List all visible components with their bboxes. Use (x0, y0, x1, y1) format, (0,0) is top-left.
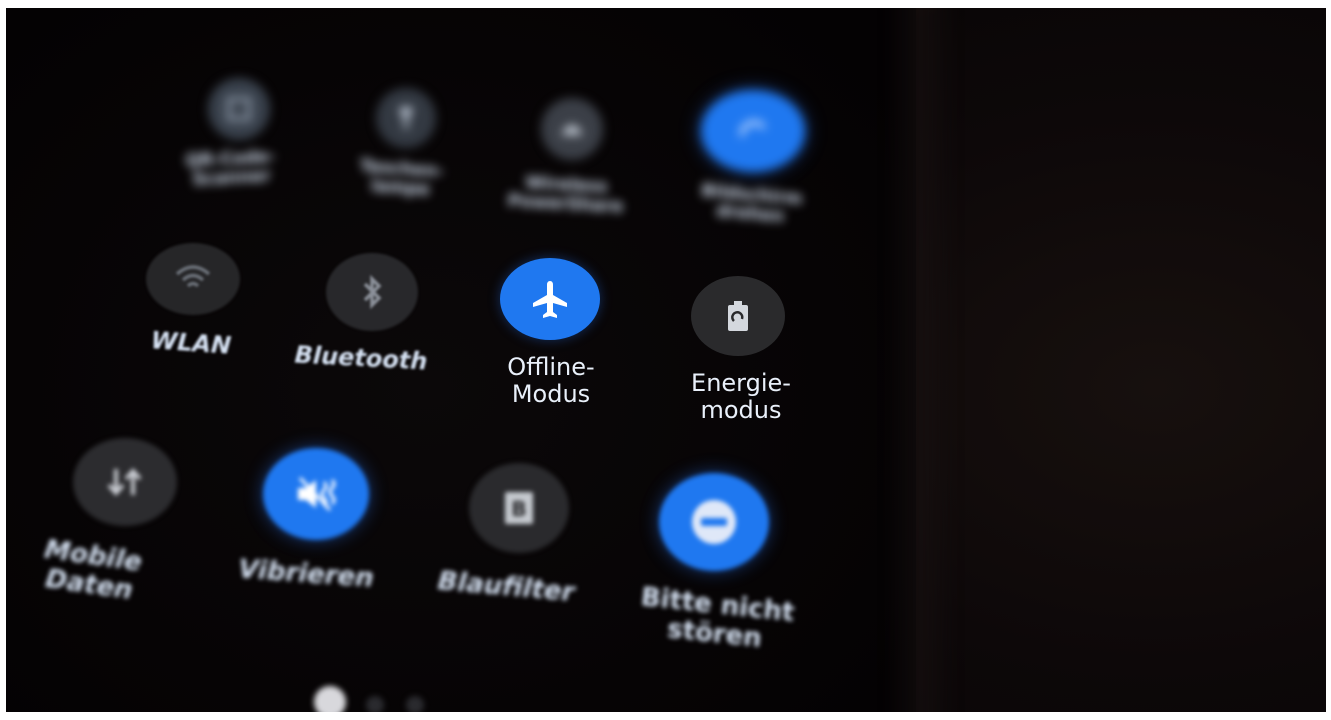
wifi-icon (146, 243, 240, 315)
page-dot[interactable] (366, 696, 384, 712)
tile-label: WLAN (149, 326, 233, 360)
tile-label: Wireless PowerShare (507, 172, 624, 218)
tile-label: Taschen- lampe (359, 156, 445, 201)
tile-mobile-data[interactable]: Mobile Daten (31, 438, 191, 618)
battery-saver-icon (691, 276, 785, 356)
tile-label: Blaufilter (436, 566, 576, 608)
tile-energy-mode[interactable]: Energie- modus (661, 276, 821, 446)
tile-label: QR-Code- Scanner (185, 146, 276, 191)
airplane-icon (500, 258, 600, 340)
blue-light-filter-icon: B (469, 463, 569, 553)
qr-scanner-icon (208, 78, 270, 140)
rotate-screen-icon (701, 90, 805, 172)
tile-label: Vibrieren (237, 554, 375, 594)
tile-offline-mode[interactable]: Offline- Modus (476, 258, 626, 428)
tile-do-not-disturb[interactable]: Bitte nicht stören (621, 473, 811, 673)
tile-label: Offline- Modus (507, 353, 595, 408)
image-frame: QR-Code- Scanner Taschen- lampe Wireless… (0, 0, 1331, 720)
tile-label: Bitte nicht stören (639, 582, 796, 654)
page-dot-active[interactable] (314, 686, 346, 712)
tile-bluetooth[interactable]: Bluetooth (286, 253, 436, 383)
tile-label: Mobile Daten (42, 534, 144, 606)
tile-label: Bildschirm drehen (700, 180, 804, 227)
page-dot[interactable] (406, 696, 424, 712)
tile-blue-light-filter[interactable]: B Blaufilter (431, 463, 611, 623)
phone-photo: QR-Code- Scanner Taschen- lampe Wireless… (6, 8, 1326, 712)
mobile-data-icon (73, 438, 177, 526)
do-not-disturb-icon (659, 473, 769, 571)
tile-label: Bluetooth (293, 340, 429, 376)
page-indicator (306, 678, 446, 712)
tile-rotate-screen[interactable]: Bildschirm drehen (671, 90, 831, 250)
tile-qr-scanner[interactable]: QR-Code- Scanner (166, 78, 296, 218)
quick-settings-panel: QR-Code- Scanner Taschen- lampe Wireless… (6, 8, 916, 712)
tile-label: Energie- modus (691, 369, 791, 424)
powershare-icon (541, 98, 603, 160)
bluetooth-icon (326, 253, 418, 331)
tile-powershare[interactable]: Wireless PowerShare (486, 98, 646, 238)
svg-text:B: B (511, 497, 526, 521)
flashlight-icon (376, 88, 436, 148)
vibrate-icon (263, 448, 369, 540)
phone-edge (886, 8, 956, 712)
tile-flashlight[interactable]: Taschen- lampe (336, 88, 466, 228)
tile-vibrate[interactable]: Vibrieren (231, 448, 411, 608)
tile-wlan[interactable]: WLAN (116, 238, 266, 368)
